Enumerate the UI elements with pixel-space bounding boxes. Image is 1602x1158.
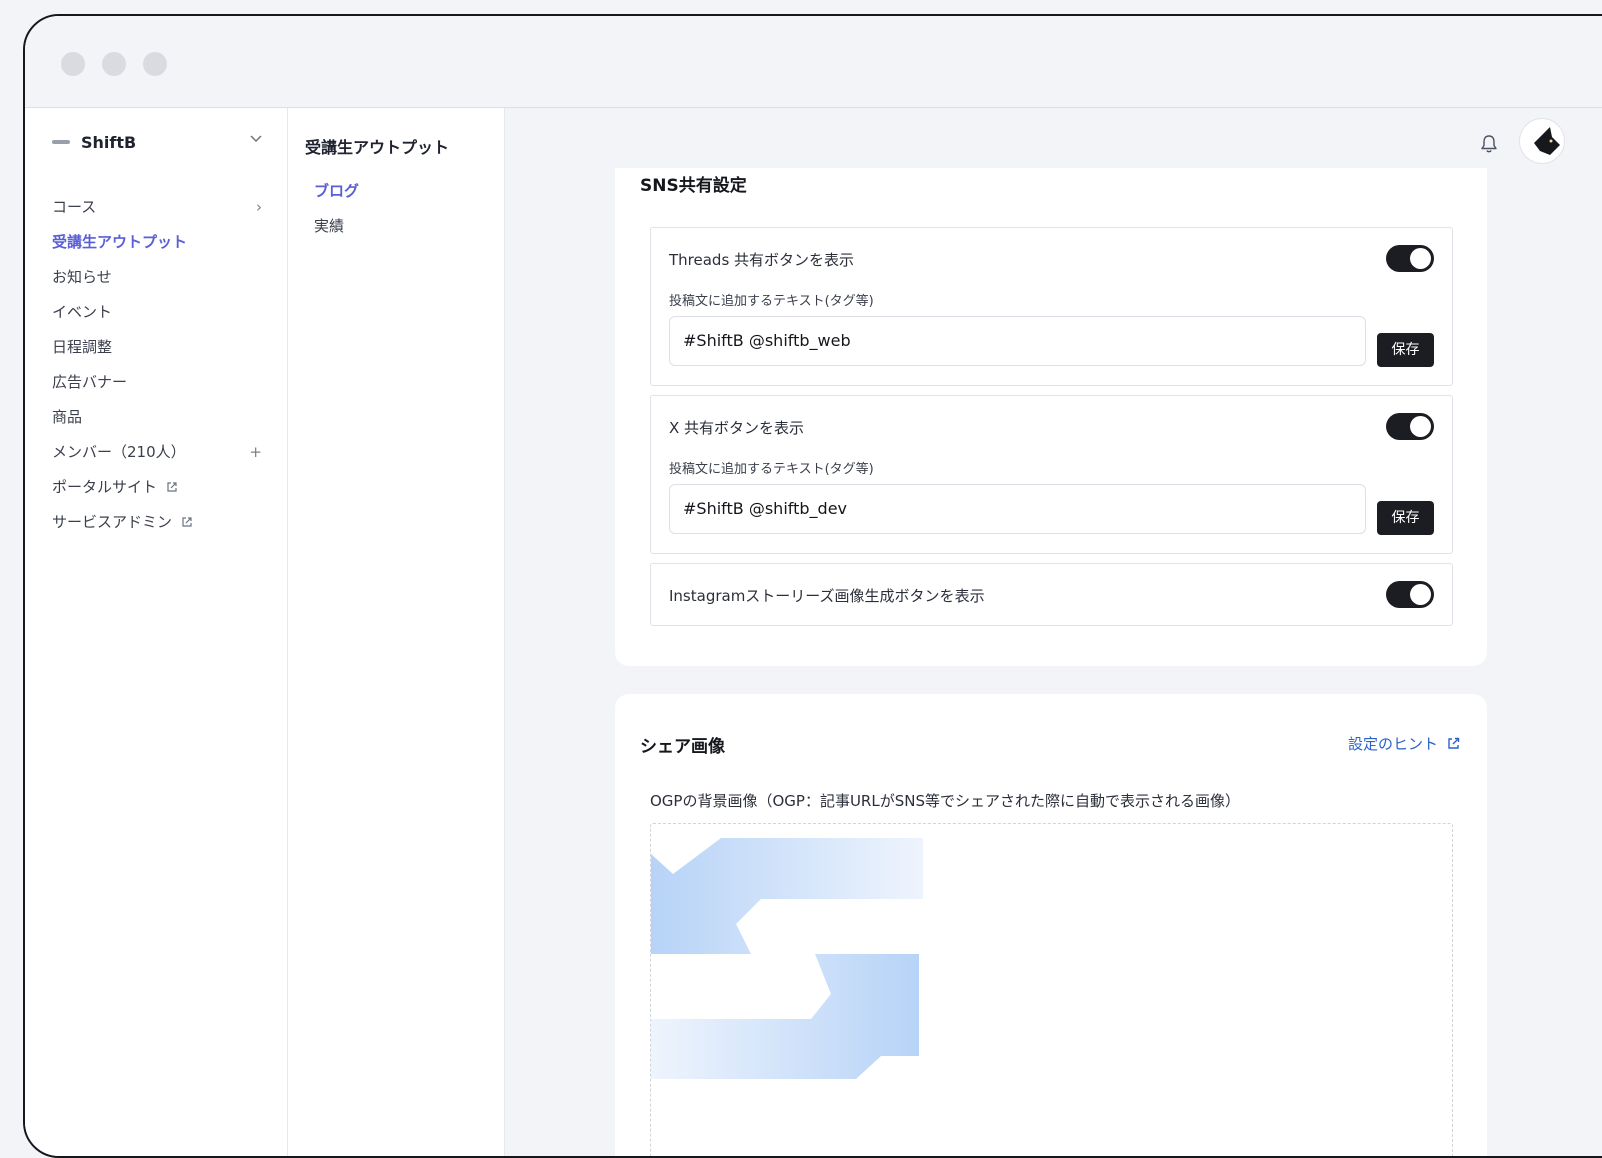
x-toggle[interactable] [1386, 413, 1434, 440]
cat-avatar-icon [1534, 127, 1560, 155]
sidebar-nav: コース › 受講生アウトプット お知らせ イベント 日程調整 広告バナー 商品 … [52, 190, 262, 540]
threads-text-label: 投稿文に追加するテキスト(タグ等) [669, 294, 874, 309]
sidebar-item-ad-banner[interactable]: 広告バナー [52, 365, 262, 400]
ogp-image-dropzone[interactable] [650, 823, 1453, 1156]
chevron-right-icon[interactable]: › [256, 190, 262, 225]
toggle-knob [1410, 248, 1431, 269]
window-titlebar [25, 16, 1602, 108]
sidebar-item-portal-site[interactable]: ポータルサイト [52, 470, 262, 505]
sidebar-item-scheduling[interactable]: 日程調整 [52, 330, 262, 365]
sidebar-item-label: お知らせ [52, 268, 112, 286]
sidebar-item-members[interactable]: メンバー（210人） + [52, 435, 262, 470]
toggle-knob [1410, 584, 1431, 605]
instagram-toggle-label: Instagramストーリーズ画像生成ボタンを表示 [669, 587, 985, 605]
sidebar: ShiftB コース › 受講生アウトプット お知らせ イベント 日程調整 広告… [25, 108, 288, 1156]
sidebar-item-label: 受講生アウトプット [52, 233, 188, 251]
sidebar-item-products[interactable]: 商品 [52, 400, 262, 435]
sns-settings-card: SNS共有設定 Threads 共有ボタンを表示 投稿文に追加するテキスト(タグ… [615, 168, 1487, 666]
window-close-dot[interactable] [61, 52, 85, 76]
ogp-background-label: OGPの背景画像（OGP：記事URLがSNS等でシェアされた際に自動で表示される… [650, 792, 1240, 810]
brand-name: ShiftB [81, 132, 137, 152]
settings-hint-label: 設定のヒント [1348, 735, 1439, 753]
window-minimize-dot[interactable] [102, 52, 126, 76]
brand-logo [52, 140, 70, 144]
settings-hint-link[interactable]: 設定のヒント [1348, 733, 1461, 754]
x-text-input[interactable]: #ShiftB @shiftb_dev [669, 484, 1366, 534]
x-toggle-label: X 共有ボタンを表示 [669, 419, 805, 437]
external-link-icon [1448, 737, 1459, 749]
sub-navigation: 受講生アウトプット ブログ 実績 [288, 108, 505, 1156]
bell-icon[interactable] [1478, 133, 1500, 155]
sidebar-item-label: 日程調整 [52, 338, 113, 356]
x-save-button[interactable]: 保存 [1377, 501, 1434, 535]
threads-toggle-label: Threads 共有ボタンを表示 [669, 251, 855, 269]
sidebar-item-news[interactable]: お知らせ [52, 260, 262, 295]
app-content: ShiftB コース › 受講生アウトプット お知らせ イベント 日程調整 広告… [25, 108, 1602, 1156]
sidebar-item-label: 広告バナー [52, 373, 128, 391]
sidebar-item-label: ポータルサイト [52, 478, 158, 496]
ogp-logo-preview-image [651, 838, 923, 1079]
subnav-title: 受講生アウトプット [305, 138, 450, 157]
window-maximize-dot[interactable] [143, 52, 167, 76]
plus-icon[interactable]: + [249, 435, 262, 470]
avatar[interactable] [1519, 118, 1565, 164]
sidebar-item-course[interactable]: コース › [52, 190, 262, 225]
subnav-item-achievements[interactable]: 実績 [314, 215, 344, 236]
external-link-icon [166, 471, 178, 506]
sidebar-item-service-admin[interactable]: サービスアドミン [52, 505, 262, 540]
threads-text-input[interactable]: #ShiftB @shiftb_web [669, 316, 1366, 366]
share-image-title: シェア画像 [640, 737, 725, 757]
main-content: SNS共有設定 Threads 共有ボタンを表示 投稿文に追加するテキスト(タグ… [505, 108, 1602, 1156]
chevron-down-icon[interactable] [250, 132, 262, 146]
sidebar-item-label: サービスアドミン [52, 513, 173, 531]
browser-window: ShiftB コース › 受講生アウトプット お知らせ イベント 日程調整 広告… [23, 14, 1602, 1158]
sidebar-item-student-output[interactable]: 受講生アウトプット [52, 225, 262, 260]
threads-toggle[interactable] [1386, 245, 1434, 272]
subnav-item-blog[interactable]: ブログ [314, 180, 359, 201]
instagram-toggle[interactable] [1386, 581, 1434, 608]
x-text-label: 投稿文に追加するテキスト(タグ等) [669, 462, 874, 477]
sidebar-item-label: コース [52, 198, 97, 216]
sidebar-item-events[interactable]: イベント [52, 295, 262, 330]
threads-save-button[interactable]: 保存 [1377, 333, 1434, 367]
sns-settings-title: SNS共有設定 [640, 176, 747, 196]
toggle-knob [1410, 416, 1431, 437]
sidebar-item-label: 商品 [52, 408, 83, 426]
workspace-switcher[interactable]: ShiftB [52, 128, 262, 156]
x-setting-box: X 共有ボタンを表示 投稿文に追加するテキスト(タグ等) #ShiftB @sh… [650, 395, 1453, 554]
share-image-card: シェア画像 設定のヒント OGPの背景画像（OGP：記事URLがSNS等でシェア… [615, 694, 1487, 1156]
threads-setting-box: Threads 共有ボタンを表示 投稿文に追加するテキスト(タグ等) #Shif… [650, 227, 1453, 386]
sidebar-item-label: メンバー（210人） [52, 443, 186, 461]
external-link-icon [181, 506, 193, 541]
sidebar-item-label: イベント [52, 303, 113, 321]
instagram-setting-box: Instagramストーリーズ画像生成ボタンを表示 [650, 563, 1453, 626]
